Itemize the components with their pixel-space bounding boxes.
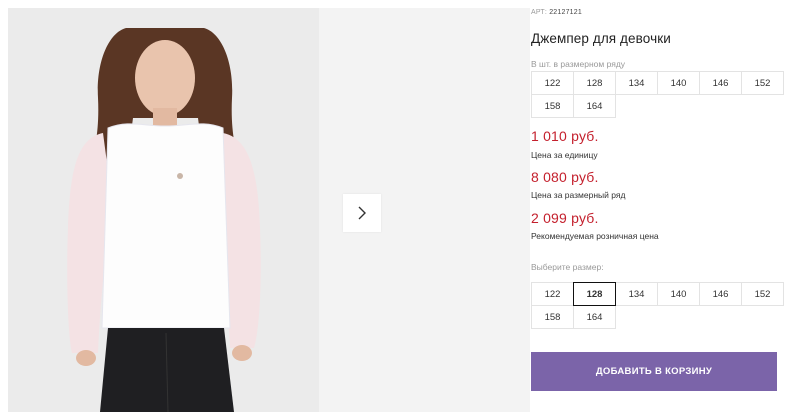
size-range-price-caption: Цена за размерный ряд <box>531 190 626 200</box>
product-photo-illustration <box>8 8 319 412</box>
pack-size-cell: 164 <box>573 94 616 118</box>
chevron-right-icon <box>358 206 366 220</box>
gallery-next-button[interactable] <box>343 194 381 232</box>
pack-size-cell: 146 <box>699 71 742 95</box>
pack-sizes-label: В шт. в размерном ряду <box>531 59 626 69</box>
product-info: АРТ: 22127121 Джемпер для девочки В шт. … <box>531 0 800 412</box>
pack-sizes-grid: 122 128 134 140 146 152 158 164 <box>531 71 784 118</box>
retail-price: 2 099 руб. <box>531 210 599 226</box>
pack-size-cell: 158 <box>531 94 574 118</box>
size-option[interactable]: 152 <box>741 282 784 306</box>
size-option-selected[interactable]: 128 <box>573 282 616 306</box>
size-option[interactable]: 134 <box>615 282 658 306</box>
size-option[interactable]: 140 <box>657 282 700 306</box>
article-number: АРТ: 22127121 <box>531 9 582 16</box>
size-option[interactable]: 122 <box>531 282 574 306</box>
unit-price: 1 010 руб. <box>531 128 599 144</box>
retail-price-caption: Рекомендуемая розничная цена <box>531 231 659 241</box>
unit-price-caption: Цена за единицу <box>531 150 598 160</box>
product-photo[interactable] <box>8 8 319 412</box>
pack-size-cell: 128 <box>573 71 616 95</box>
size-option[interactable]: 164 <box>573 305 616 329</box>
size-option[interactable]: 146 <box>699 282 742 306</box>
select-size-label: Выберите размер: <box>531 262 604 272</box>
pack-size-cell: 152 <box>741 71 784 95</box>
add-to-cart-button[interactable]: ДОБАВИТЬ В КОРЗИНУ <box>531 352 777 391</box>
product-gallery <box>0 0 530 412</box>
pack-size-cell: 140 <box>657 71 700 95</box>
size-option[interactable]: 158 <box>531 305 574 329</box>
pack-size-cell: 134 <box>615 71 658 95</box>
size-range-price: 8 080 руб. <box>531 169 599 185</box>
size-selector: 122 128 134 140 146 152 158 164 <box>531 282 784 329</box>
article-value: 22127121 <box>549 9 582 16</box>
product-title: Джемпер для девочки <box>531 31 671 46</box>
article-label: АРТ: <box>531 9 548 16</box>
pack-size-cell: 122 <box>531 71 574 95</box>
